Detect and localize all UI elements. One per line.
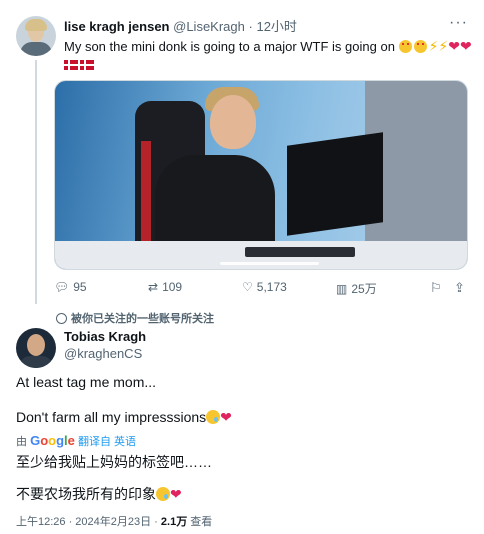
share-icon[interactable]: ⇪ (454, 280, 465, 296)
denmark-flag-emoji (80, 60, 94, 70)
notice-text: 被你已关注的一些账号所关注 (71, 313, 214, 325)
lightning-emoji: ⚡ (438, 38, 449, 54)
red-heart-emoji: ❤ (459, 38, 472, 54)
bookmark-icon[interactable]: ⚐ (430, 280, 442, 296)
reply-count: 95 (73, 280, 87, 294)
translate-prefix: 由 (16, 436, 27, 448)
views-button[interactable]: ▥ 25万 (336, 280, 377, 297)
lightning-emoji: ⚡ (428, 38, 439, 54)
heart-icon: ♡ (242, 280, 253, 294)
person-icon (56, 313, 67, 324)
author-name[interactable]: Tobias Kragh (64, 329, 146, 344)
google-logo: Google (30, 433, 75, 448)
retweet-button[interactable]: ⇄ 109 (148, 280, 182, 294)
tweet-text-line-2-content: Don't farm all my impresssions (16, 409, 207, 425)
red-heart-emoji: ❤ (170, 486, 182, 502)
bar-chart-icon: ▥ (336, 282, 348, 296)
tweet-view-count: 2.1万 (160, 516, 188, 528)
player (210, 95, 256, 149)
monitor (287, 132, 383, 236)
reply-button[interactable]: 💬︎ 95 (54, 280, 87, 294)
tweet-actions: 💬︎ 95 ⇄ 109 ♡ 5,173 ▥ 25万 ⚐ ⇪ (54, 276, 474, 300)
tweet-timestamp[interactable]: 上午12:26 · 2024年2月23日 · (16, 516, 158, 528)
red-heart-emoji: ❤ (448, 38, 460, 54)
tweet-video[interactable] (54, 80, 468, 270)
view-label: 查看 (190, 516, 213, 528)
video-progress-bar[interactable] (220, 262, 319, 265)
tweet-header: lise kragh jensen @LiseKragh · 12小时 (64, 16, 297, 35)
separator: · (248, 19, 253, 34)
translated-line-2-content: 不要农场我所有的印象 (16, 486, 156, 502)
followed-by-notice: 被你已关注的一些账号所关注 (56, 310, 214, 326)
smiling-tear-emoji (156, 487, 170, 501)
avatar[interactable] (16, 328, 56, 368)
more-options-button[interactable]: ··· (449, 14, 468, 32)
tweet-text: My son the mini donk is going to a major… (64, 37, 474, 74)
tweet-meta: 上午12:26 · 2024年2月23日 · 2.1万 查看 (16, 513, 212, 529)
translation-attribution: 由 Google 翻译自 英语 (16, 433, 136, 449)
translated-line-2: 不要农场我所有的印象 ❤ (16, 484, 182, 504)
tweet-time[interactable]: 12小时 (256, 19, 296, 34)
star-struck-emoji (413, 40, 427, 53)
retweet-count: 109 (162, 280, 183, 294)
tweet-text-line-2: Don't farm all my impresssions ❤ (16, 409, 232, 426)
like-count: 5,173 (256, 280, 287, 294)
red-heart-emoji: ❤ (220, 409, 232, 425)
star-struck-emoji (398, 40, 412, 53)
quoted-tweet[interactable]: lise kragh jensen @LiseKragh · 12小时 ··· … (0, 0, 484, 308)
like-button[interactable]: ♡ 5,173 (242, 280, 287, 294)
author-handle[interactable]: @LiseKragh (173, 19, 245, 34)
author-name[interactable]: lise kragh jensen (64, 19, 170, 34)
thread-line (35, 60, 37, 304)
retweet-icon: ⇄ (148, 280, 159, 294)
tweet-text-content: My son the mini donk is going to a major… (64, 39, 395, 54)
reply-icon: 💬︎ (54, 280, 70, 294)
view-count: 25万 (351, 282, 377, 296)
translate-link[interactable]: 翻译自 英语 (78, 436, 136, 448)
avatar[interactable] (16, 16, 56, 56)
translated-line-1: 至少给我贴上妈妈的标签吧…… (16, 454, 212, 470)
denmark-flag-emoji (64, 60, 78, 70)
smiling-tear-emoji (206, 410, 221, 424)
author-handle[interactable]: @kraghenCS (64, 346, 142, 361)
tweet-text-line-1: At least tag me mom... (16, 374, 157, 390)
